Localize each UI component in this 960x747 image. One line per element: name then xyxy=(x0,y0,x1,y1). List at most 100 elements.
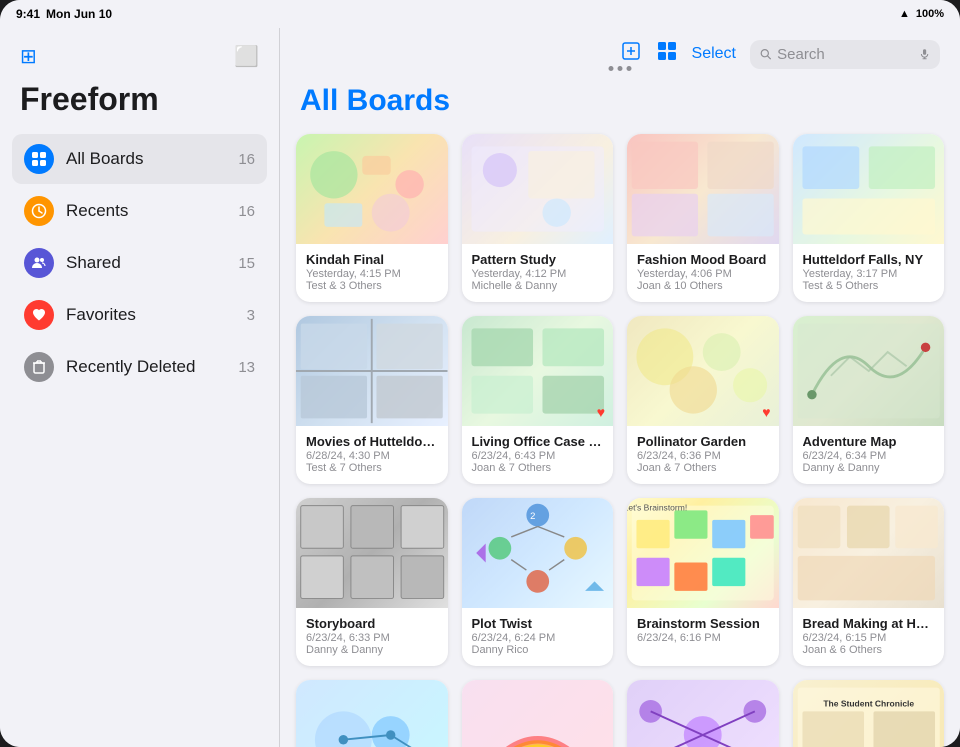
heart-icon xyxy=(31,307,47,323)
search-bar[interactable] xyxy=(750,40,940,69)
board-info: Adventure Map 6/23/24, 6:34 PM Danny & D… xyxy=(793,426,945,484)
heart-badge: ♥ xyxy=(762,404,770,420)
board-collab: Joan & 6 Others xyxy=(803,644,935,656)
board-card[interactable] xyxy=(627,680,779,747)
dot-2 xyxy=(618,66,623,71)
board-info: Storyboard 6/23/24, 6:33 PM Danny & Dann… xyxy=(296,608,448,666)
svg-text:Let's Brainstorm!: Let's Brainstorm! xyxy=(627,502,687,512)
grid-view-button[interactable] xyxy=(656,40,678,68)
sidebar-item-recents[interactable]: Recents 16 xyxy=(12,186,267,236)
board-thumbnail xyxy=(627,680,779,747)
sidebar: ⊞ ⬜ Freeform All Boards xyxy=(0,28,280,747)
board-date: 6/28/24, 4:30 PM xyxy=(306,450,438,462)
sidebar-item-shared[interactable]: Shared 15 xyxy=(12,238,267,288)
all-boards-label: All Boards xyxy=(66,149,226,169)
board-date: 6/23/24, 6:33 PM xyxy=(306,632,438,644)
board-collab: Test & 5 Others xyxy=(803,280,935,292)
status-day: Mon Jun 10 xyxy=(46,7,112,21)
board-thumbnail xyxy=(296,680,448,747)
toolbar: Select xyxy=(280,28,960,80)
board-thumbnail xyxy=(462,680,614,747)
status-time: 9:41 xyxy=(16,7,40,21)
recents-icon xyxy=(24,196,54,226)
microphone-icon[interactable] xyxy=(919,47,930,61)
toolbar-dots xyxy=(609,66,632,71)
board-date: Yesterday, 3:17 PM xyxy=(803,268,935,280)
recently-deleted-label: Recently Deleted xyxy=(66,357,226,377)
board-thumbnail xyxy=(296,498,448,608)
board-card[interactable]: Let's Brainstorm! Brainstorm Session 6/2… xyxy=(627,498,779,666)
board-collab: Test & 3 Others xyxy=(306,280,438,292)
board-thumbnail: 2 xyxy=(462,498,614,608)
board-collab: Joan & 7 Others xyxy=(637,462,769,474)
board-thumbnail xyxy=(296,316,448,426)
board-thumbnail xyxy=(793,134,945,244)
board-date: 6/23/24, 6:15 PM xyxy=(803,632,935,644)
board-info: Pollinator Garden 6/23/24, 6:36 PM Joan … xyxy=(627,426,779,484)
favorites-icon xyxy=(24,300,54,330)
status-bar: 9:41 Mon Jun 10 ▲ 100% xyxy=(0,0,960,28)
board-info: Fashion Mood Board Yesterday, 4:06 PM Jo… xyxy=(627,244,779,302)
svg-text:The Student Chronicle: The Student Chronicle xyxy=(823,699,914,709)
grid-icon xyxy=(31,151,47,167)
board-thumbnail xyxy=(627,134,779,244)
board-card[interactable]: 2 Plot Twist 6/23/24, 6:24 PM Danny Rico xyxy=(462,498,614,666)
people-icon xyxy=(31,255,47,271)
main-content: Select xyxy=(280,28,960,747)
sidebar-item-favorites[interactable]: Favorites 3 xyxy=(12,290,267,340)
board-date: 6/23/24, 6:36 PM xyxy=(637,450,769,462)
board-card[interactable] xyxy=(462,680,614,747)
trash-icon xyxy=(31,359,47,375)
board-date: 6/23/24, 6:16 PM xyxy=(637,632,769,644)
board-thumbnail: Let's Brainstorm! xyxy=(627,498,779,608)
select-button[interactable]: Select xyxy=(692,45,736,63)
board-card[interactable]: The Student Chronicle The Student Chroni… xyxy=(793,680,945,747)
board-card[interactable]: Storyboard 6/23/24, 6:33 PM Danny & Dann… xyxy=(296,498,448,666)
board-name: Living Office Case Study xyxy=(472,434,604,449)
board-collab: Danny & Danny xyxy=(306,644,438,656)
board-thumbnail: ♥ xyxy=(627,316,779,426)
board-card[interactable]: Bread Making at Home 6/23/24, 6:15 PM Jo… xyxy=(793,498,945,666)
board-card[interactable]: ♥ Living Office Case Study 6/23/24, 6:43… xyxy=(462,316,614,484)
boards-section-title: All Boards xyxy=(296,80,944,134)
board-thumbnail xyxy=(462,134,614,244)
recently-deleted-icon xyxy=(24,352,54,382)
sidebar-item-all-boards[interactable]: All Boards 16 xyxy=(12,134,267,184)
board-collab: Joan & 10 Others xyxy=(637,280,769,292)
shared-icon xyxy=(24,248,54,278)
new-board-icon[interactable]: ⬜ xyxy=(234,44,259,69)
board-date: 6/23/24, 6:34 PM xyxy=(803,450,935,462)
new-board-button[interactable] xyxy=(620,40,642,68)
board-card[interactable]: Hutteldorf Falls, NY Yesterday, 3:17 PM … xyxy=(793,134,945,302)
favorites-count: 3 xyxy=(247,307,255,324)
board-card[interactable] xyxy=(296,680,448,747)
search-input[interactable] xyxy=(777,46,913,63)
sidebar-toggle-icon[interactable]: ⊞ xyxy=(20,44,37,69)
board-card[interactable]: Adventure Map 6/23/24, 6:34 PM Danny & D… xyxy=(793,316,945,484)
shared-label: Shared xyxy=(66,253,226,273)
search-icon xyxy=(760,47,771,61)
board-card[interactable]: Movies of Hutteldorf Fa... 6/28/24, 4:30… xyxy=(296,316,448,484)
board-card[interactable]: Fashion Mood Board Yesterday, 4:06 PM Jo… xyxy=(627,134,779,302)
sidebar-top-icons: ⊞ ⬜ xyxy=(0,40,279,81)
sidebar-item-recently-deleted[interactable]: Recently Deleted 13 xyxy=(12,342,267,392)
board-date: 6/23/24, 6:24 PM xyxy=(472,632,604,644)
battery-status: 100% xyxy=(916,8,944,20)
recents-label: Recents xyxy=(66,201,226,221)
board-name: Hutteldorf Falls, NY xyxy=(803,252,935,267)
thumb-decoration xyxy=(296,134,448,244)
board-date: Yesterday, 4:12 PM xyxy=(472,268,604,280)
board-name: Storyboard xyxy=(306,616,438,631)
board-date: 6/23/24, 6:43 PM xyxy=(472,450,604,462)
board-card[interactable]: Pattern Study Yesterday, 4:12 PM Michell… xyxy=(462,134,614,302)
board-card[interactable]: ♥ Pollinator Garden 6/23/24, 6:36 PM Joa… xyxy=(627,316,779,484)
board-collab: Test & 7 Others xyxy=(306,462,438,474)
board-card[interactable]: Kindah Final Yesterday, 4:15 PM Test & 3… xyxy=(296,134,448,302)
svg-text:2: 2 xyxy=(530,511,535,522)
board-date: Yesterday, 4:15 PM xyxy=(306,268,438,280)
board-name: Brainstorm Session xyxy=(637,616,769,631)
compose-icon xyxy=(620,40,642,62)
board-thumbnail: The Student Chronicle xyxy=(793,680,945,747)
board-info: Living Office Case Study 6/23/24, 6:43 P… xyxy=(462,426,614,484)
board-name: Adventure Map xyxy=(803,434,935,449)
